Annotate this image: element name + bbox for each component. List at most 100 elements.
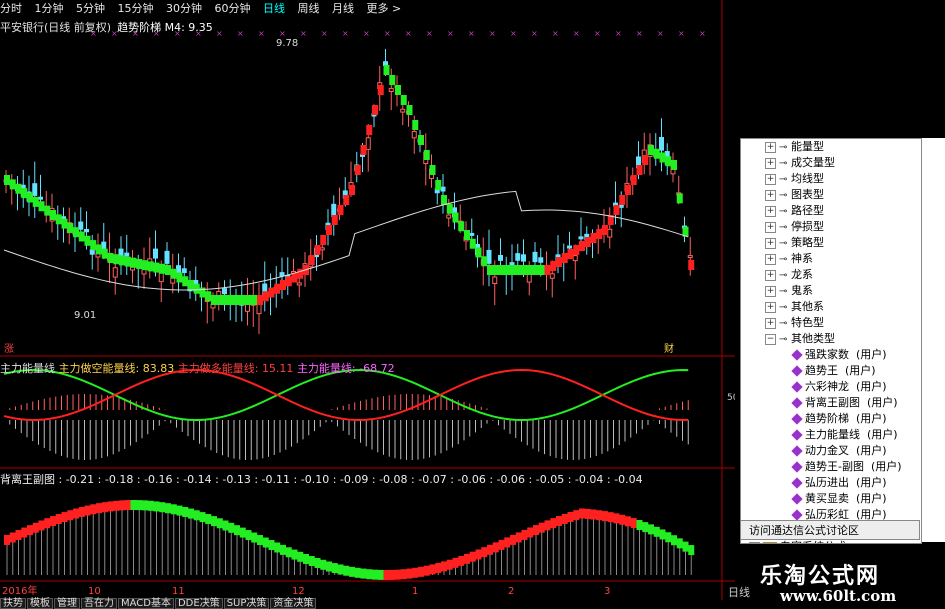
expand-icon[interactable]: + xyxy=(765,173,776,185)
ladder-step xyxy=(377,85,384,95)
panel1-axis-label: 50 xyxy=(727,393,735,403)
tree-item[interactable]: 趋势王-副图 (用户) xyxy=(791,459,902,475)
divergence-step xyxy=(78,506,85,517)
divergence-step xyxy=(193,510,200,521)
tree-item[interactable]: 趋势王 (用户) xyxy=(791,363,876,379)
divergence-step xyxy=(395,569,401,580)
tree-group[interactable]: + ⊸ 能量型 xyxy=(765,139,824,155)
tree-item[interactable]: 主力能量线 (用户) xyxy=(791,427,898,443)
formula-icon xyxy=(791,461,803,473)
divergence-step xyxy=(464,553,470,564)
signal-marker: × xyxy=(489,29,496,38)
energy-line-value: -68.72 xyxy=(359,362,395,375)
formula-tab[interactable]: 管理 xyxy=(54,598,80,609)
tree-group[interactable]: − ⊸ 其他类型 xyxy=(765,331,835,347)
formula-tab[interactable]: SUP决策 xyxy=(223,598,270,609)
divergence-step xyxy=(234,525,240,536)
folder-icon xyxy=(763,541,777,543)
tree-group[interactable]: + ⊸ 特色型 xyxy=(765,315,824,331)
low-price-label: 9.01 xyxy=(74,310,96,321)
divergence-step xyxy=(55,514,62,525)
tree-group[interactable]: + ⊸ 均线型 xyxy=(765,171,824,187)
expand-icon[interactable]: + xyxy=(765,253,776,265)
divergence-step xyxy=(349,566,355,577)
tree-group[interactable]: + ⊸ 停损型 xyxy=(765,219,824,235)
signal-marker: × xyxy=(657,29,664,38)
ladder-step xyxy=(561,253,568,263)
formula-tab[interactable]: DDE决策 xyxy=(174,598,223,609)
divergence-step xyxy=(4,535,10,545)
ladder-step xyxy=(475,247,482,258)
expand-icon[interactable]: + xyxy=(765,317,776,329)
signal-marker: × xyxy=(510,29,517,38)
formula-tab[interactable]: 扶势 xyxy=(0,598,26,609)
ladder-step xyxy=(452,212,459,223)
divergence-step xyxy=(285,547,292,558)
ladder-step xyxy=(596,229,603,239)
tree-group[interactable]: + ⊸ 龙系 xyxy=(765,267,813,283)
candle xyxy=(78,221,84,230)
tree-item[interactable]: 动力金叉 (用户) xyxy=(791,443,887,459)
signal-marker: × xyxy=(384,29,391,38)
signal-marker: × xyxy=(573,29,580,38)
signal-marker: × xyxy=(468,29,475,38)
ladder-step xyxy=(50,210,56,220)
divergence-step xyxy=(188,508,194,519)
ladder-step xyxy=(308,255,315,265)
divergence-step xyxy=(136,500,143,511)
divergence-step xyxy=(544,520,551,531)
candle xyxy=(153,248,158,259)
expand-icon[interactable]: + xyxy=(765,237,776,249)
formula-group-icon: ⊸ xyxy=(779,158,788,169)
formula-group-icon: ⊸ xyxy=(779,254,788,265)
expand-icon[interactable]: + xyxy=(765,285,776,297)
tree-group[interactable]: + ⊸ 鬼系 xyxy=(765,283,813,299)
ladder-step xyxy=(492,265,499,275)
tree-group[interactable]: + ⊸ 神系 xyxy=(765,251,813,267)
ladder-step xyxy=(211,295,217,305)
forum-link[interactable]: 访问通达信公式讨论区 xyxy=(740,520,920,540)
signal-marker: × xyxy=(90,29,97,38)
ladder-step xyxy=(343,195,350,205)
expand-icon[interactable]: + xyxy=(765,205,776,217)
ladder-step xyxy=(423,150,430,160)
tree-item[interactable]: 趋势阶梯 (用户) xyxy=(791,411,887,427)
tree-group[interactable]: + ⊸ 成交量型 xyxy=(765,155,835,171)
formula-tab[interactable]: 资金决策 xyxy=(270,598,317,609)
panel2-value: : -0.06 xyxy=(446,473,486,486)
tree-item[interactable]: 强跌家数 (用户) xyxy=(791,347,887,363)
expand-icon[interactable]: + xyxy=(749,541,760,543)
candle xyxy=(279,272,285,277)
tree-item[interactable]: 黄买显卖 (用户) xyxy=(791,491,887,507)
divergence-step xyxy=(504,537,511,548)
ladder-step xyxy=(515,265,522,275)
divergence-step xyxy=(113,500,120,511)
ladder-step xyxy=(521,265,528,275)
kline-chart[interactable]: × × × × × × × × × × × × × × × × × × × × × × × × × × × × × × 9.78 9.01… xyxy=(0,0,735,600)
expand-icon[interactable]: + xyxy=(765,221,776,233)
expand-icon[interactable]: + xyxy=(765,269,776,281)
formula-tab[interactable]: 模板 xyxy=(27,598,53,609)
ladder-step xyxy=(61,218,68,229)
expand-icon[interactable]: + xyxy=(765,301,776,313)
expand-icon[interactable]: + xyxy=(765,189,776,201)
divergence-step xyxy=(314,557,321,568)
expand-icon[interactable]: + xyxy=(765,157,776,169)
tree-item[interactable]: 背离王副图 (用户) xyxy=(791,395,898,411)
tree-group[interactable]: + ⊸ 其他系 xyxy=(765,299,824,315)
tree-item[interactable]: 六彩神龙 (用户) xyxy=(791,379,887,395)
ladder-step xyxy=(245,295,252,305)
divergence-step xyxy=(291,549,298,560)
candle xyxy=(296,282,302,286)
tree-group[interactable]: + ⊸ 图表型 xyxy=(765,187,824,203)
divergence-step xyxy=(659,529,666,540)
tree-group[interactable]: + ⊸ 路径型 xyxy=(765,203,824,219)
divergence-step xyxy=(354,567,361,578)
formula-tab[interactable]: 吾在力 xyxy=(81,598,117,609)
expand-icon[interactable]: + xyxy=(765,141,776,153)
expand-icon[interactable]: − xyxy=(765,333,776,345)
formula-tab[interactable]: MACD基本 xyxy=(118,598,174,609)
tree-item[interactable]: 弘历进出 (用户) xyxy=(791,475,887,491)
tree-group[interactable]: + ⊸ 策略型 xyxy=(765,235,824,251)
formula-tree[interactable]: + ⊸ 能量型 + ⊸ 成交量型 + ⊸ 均线型 + ⊸ 图表型 + ⊸ 路径型 + ⊸ 停损型 + ⊸ 策略型 + ⊸ 神系… xyxy=(740,138,922,544)
